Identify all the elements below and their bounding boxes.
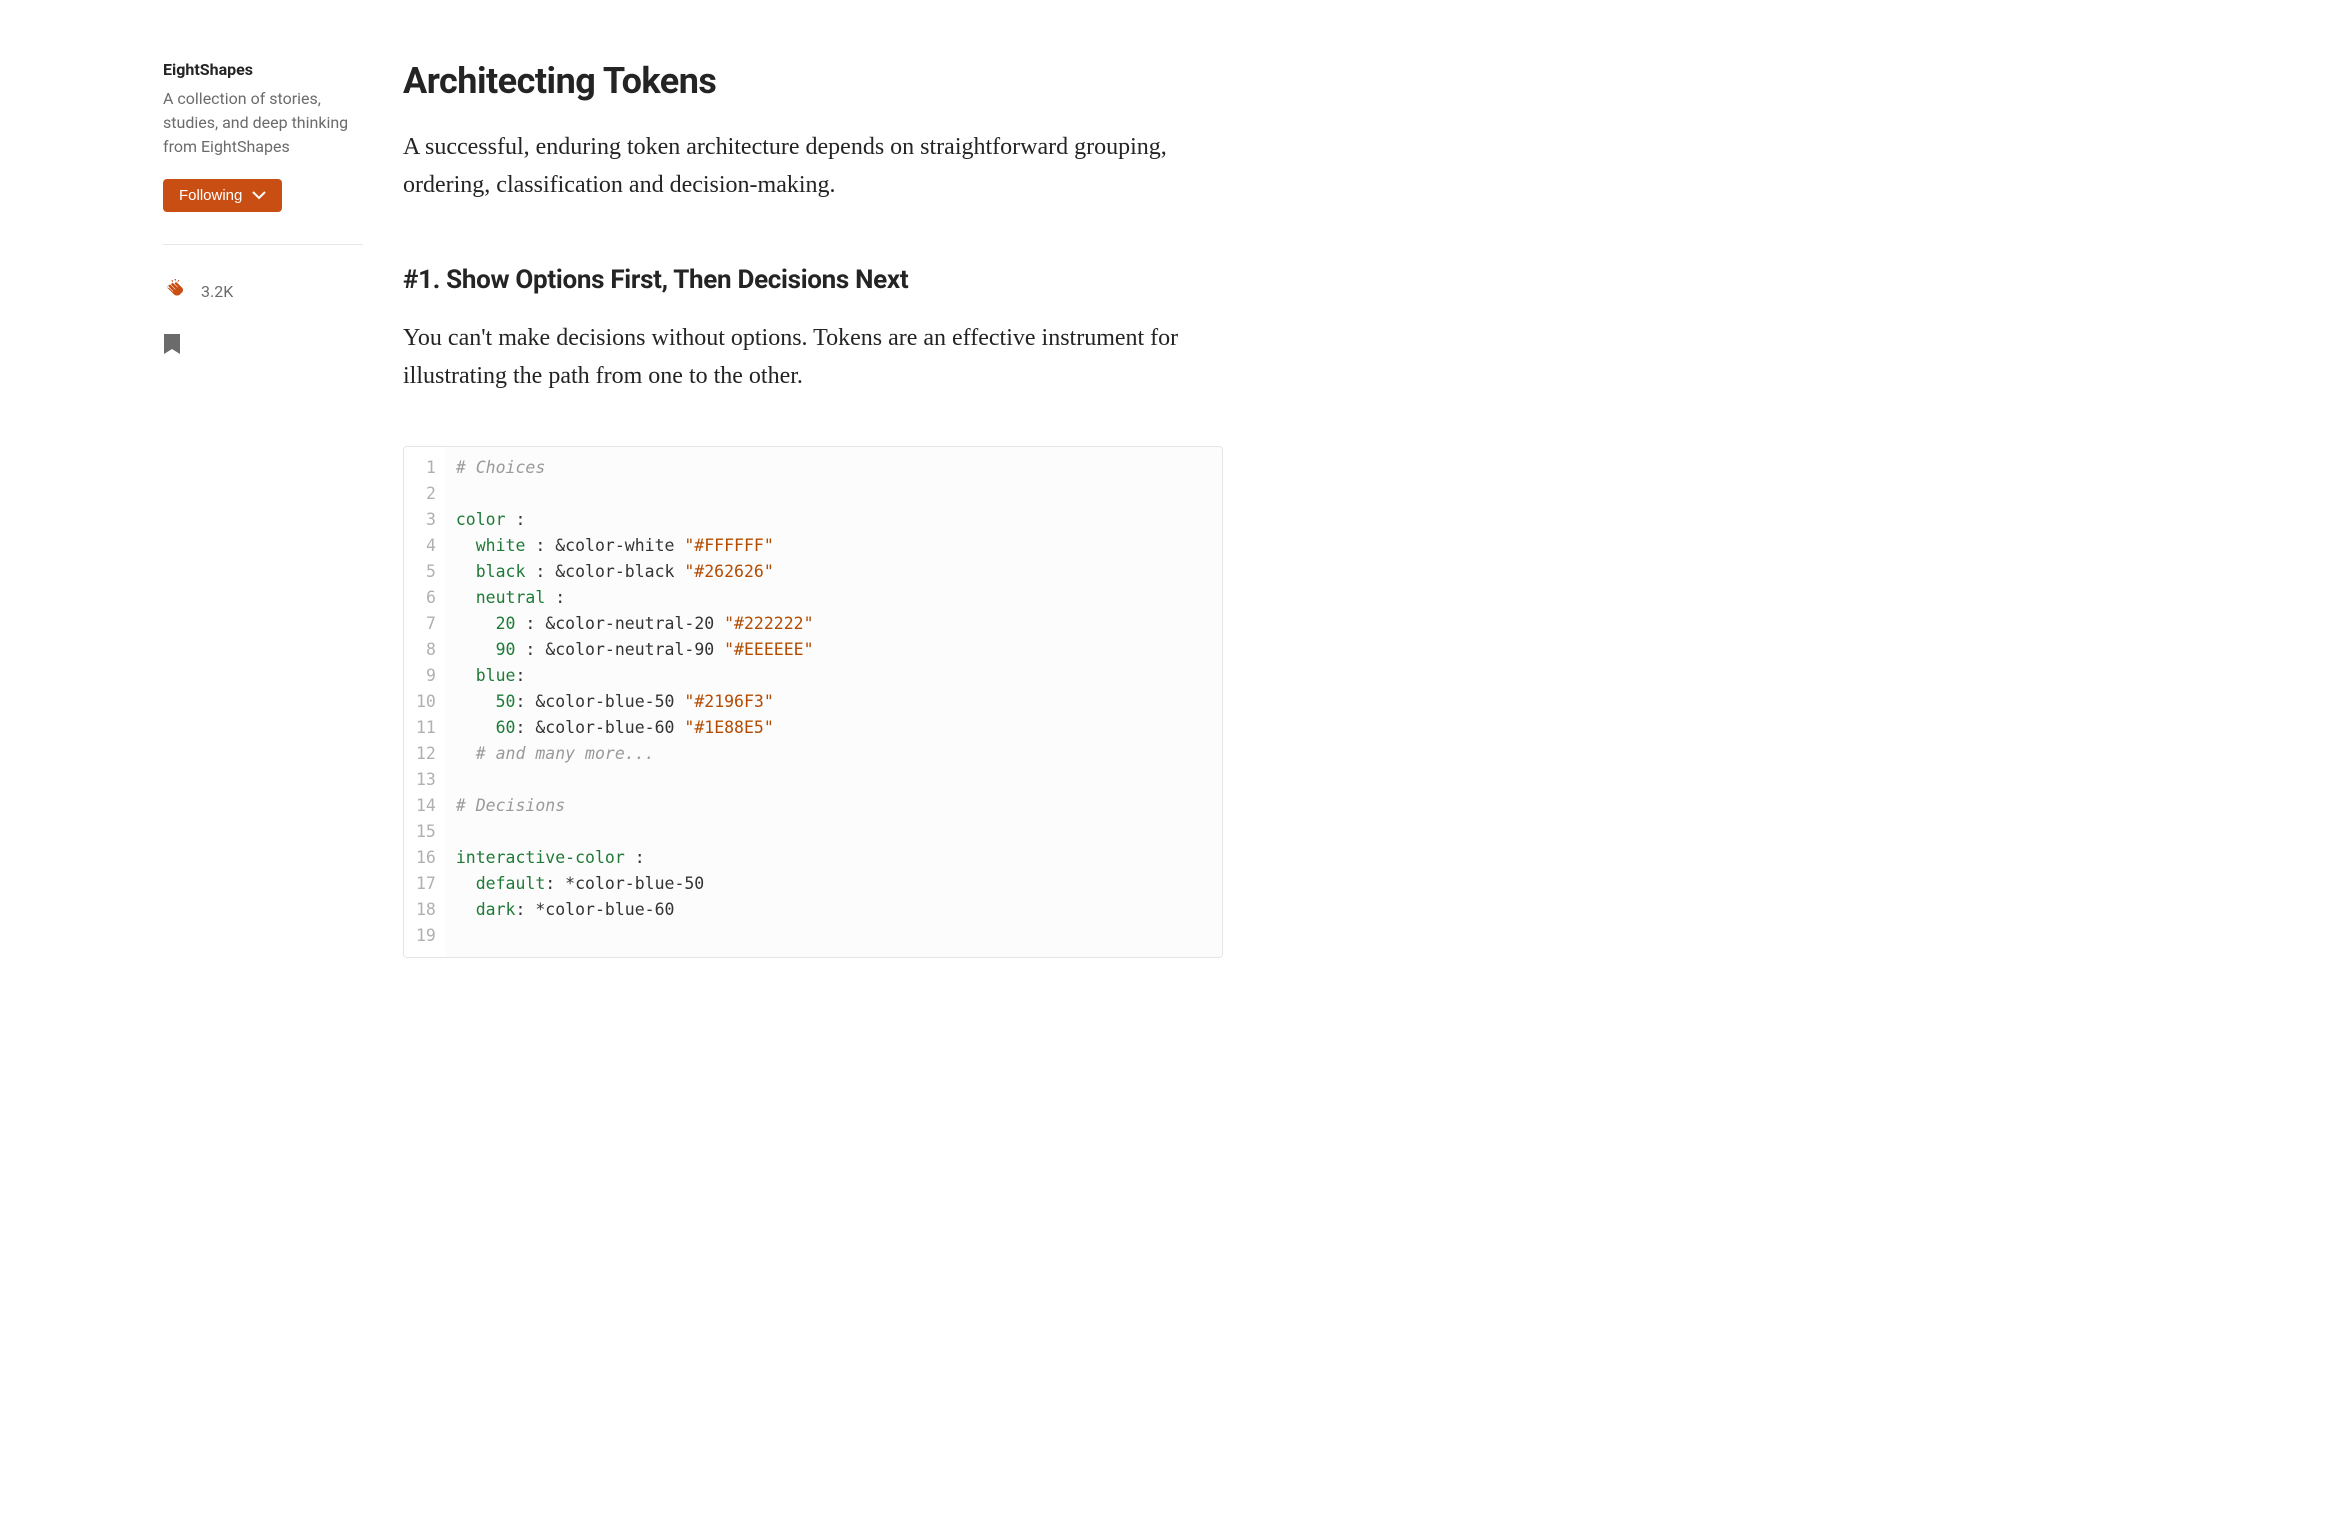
line-number: 6: [416, 585, 436, 611]
bookmark-button[interactable]: [163, 333, 363, 359]
line-number: 12: [416, 741, 436, 767]
code-line: [456, 767, 814, 793]
code-line: dark: *color-blue-60: [456, 897, 814, 923]
code-line: 20 : &color-neutral-20 "#222222": [456, 611, 814, 637]
code-content: # Choices color : white : &color-white "…: [446, 447, 828, 957]
line-number: 15: [416, 819, 436, 845]
article-title: Architecting Tokens: [403, 60, 1223, 102]
line-number: 14: [416, 793, 436, 819]
code-line: blue:: [456, 663, 814, 689]
code-line: [456, 481, 814, 507]
clap-row[interactable]: 3.2K: [163, 277, 363, 305]
code-line: interactive-color :: [456, 845, 814, 871]
section-body: You can't make decisions without options…: [403, 319, 1223, 396]
code-line: [456, 923, 814, 949]
code-line: # Decisions: [456, 793, 814, 819]
line-number: 18: [416, 897, 436, 923]
line-number: 8: [416, 637, 436, 663]
code-line: 50: &color-blue-50 "#2196F3": [456, 689, 814, 715]
article-lede: A successful, enduring token architectur…: [403, 128, 1223, 205]
line-number: 13: [416, 767, 436, 793]
code-line: white : &color-white "#FFFFFF": [456, 533, 814, 559]
line-number: 16: [416, 845, 436, 871]
code-line: [456, 819, 814, 845]
clap-icon: [163, 277, 187, 305]
code-gutter: 12345678910111213141516171819: [404, 447, 446, 957]
code-line: # Choices: [456, 455, 814, 481]
clap-count: 3.2K: [201, 282, 233, 301]
line-number: 2: [416, 481, 436, 507]
line-number: 17: [416, 871, 436, 897]
line-number: 3: [416, 507, 436, 533]
code-line: default: *color-blue-50: [456, 871, 814, 897]
following-label: Following: [179, 187, 242, 204]
code-block: 12345678910111213141516171819 # Choices …: [403, 446, 1223, 958]
line-number: 10: [416, 689, 436, 715]
divider: [163, 244, 363, 245]
line-number: 11: [416, 715, 436, 741]
line-number: 9: [416, 663, 436, 689]
line-number: 1: [416, 455, 436, 481]
publication-description: A collection of stories, studies, and de…: [163, 87, 363, 159]
code-line: neutral :: [456, 585, 814, 611]
line-number: 4: [416, 533, 436, 559]
following-button[interactable]: Following: [163, 179, 282, 212]
article-main: Architecting Tokens A successful, enduri…: [403, 60, 1223, 958]
line-number: 7: [416, 611, 436, 637]
line-number: 5: [416, 559, 436, 585]
chevron-down-icon: [252, 187, 266, 204]
sidebar: EightShapes A collection of stories, stu…: [163, 60, 363, 958]
code-line: # and many more...: [456, 741, 814, 767]
line-number: 19: [416, 923, 436, 949]
code-line: 90 : &color-neutral-90 "#EEEEEE": [456, 637, 814, 663]
code-line: black : &color-black "#262626": [456, 559, 814, 585]
code-line: color :: [456, 507, 814, 533]
section-heading: #1. Show Options First, Then Decisions N…: [403, 265, 1223, 295]
publication-name[interactable]: EightShapes: [163, 60, 363, 79]
bookmark-icon: [163, 333, 181, 355]
code-line: 60: &color-blue-60 "#1E88E5": [456, 715, 814, 741]
